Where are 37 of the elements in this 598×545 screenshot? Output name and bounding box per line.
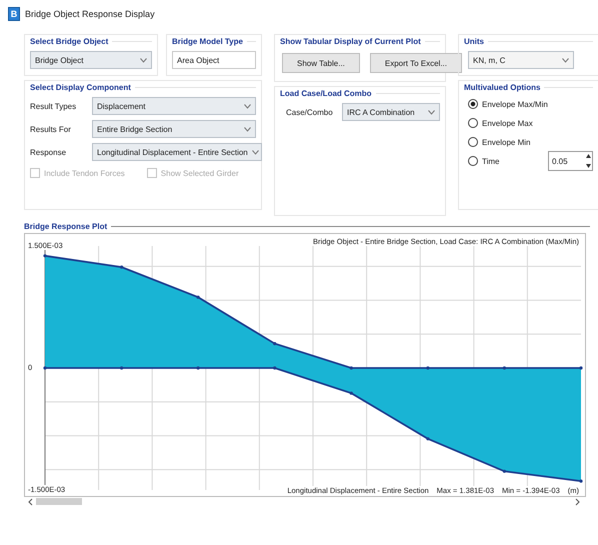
text-field[interactable]: Area Object: [172, 51, 256, 69]
group-label: Multivalued Options: [464, 83, 540, 92]
caret-icon: [428, 110, 435, 114]
caret-icon: [244, 126, 251, 132]
dropdown[interactable]: Entire Bridge Section: [92, 120, 256, 138]
dropdown[interactable]: Bridge Object: [30, 51, 152, 69]
field-label: Response: [30, 148, 68, 156]
group-label: Bridge Model Type: [172, 37, 243, 46]
scroll-right-icon: [575, 498, 580, 506]
dropdown[interactable]: KN, m, C: [468, 51, 574, 69]
radio-button[interactable]: Envelope Max/Min: [468, 99, 548, 109]
radio-button[interactable]: Envelope Min: [468, 137, 530, 147]
dropdown[interactable]: Longitudinal Displacement - Entire Section: [92, 143, 262, 161]
button[interactable]: Show Table...: [282, 53, 360, 73]
caret-icon: [252, 150, 259, 154]
group-label: Load Case/Load Combo: [280, 89, 372, 98]
caret-icon: [562, 58, 569, 62]
scroll-left-icon: [28, 498, 33, 506]
group-label: Bridge Response Plot: [24, 222, 108, 231]
dropdown[interactable]: Displacement: [92, 97, 256, 115]
group-label: Show Tabular Display of Current Plot: [280, 37, 421, 46]
spin-field[interactable]: 0.05: [548, 151, 593, 171]
field-label: Result Types: [30, 102, 78, 110]
caret-icon: [140, 58, 147, 62]
group-label: Units: [464, 37, 484, 46]
app-icon: B: [8, 7, 20, 21]
field-label: Results For: [30, 124, 72, 134]
scrollbar-thumb[interactable]: [36, 498, 82, 505]
caret-icon: [244, 104, 251, 108]
group-label: Select Display Component: [30, 83, 131, 92]
dropdown[interactable]: IRC A Combination: [342, 103, 440, 121]
group-label: Select Bridge Object: [30, 37, 108, 46]
radio-button[interactable]: Time: [468, 156, 528, 166]
radio-button[interactable]: Envelope Max: [468, 118, 533, 128]
window-title: Bridge Object Response Display: [25, 9, 155, 19]
field-label: Case/Combo: [285, 108, 334, 116]
button[interactable]: Export To Excel...: [370, 53, 462, 73]
